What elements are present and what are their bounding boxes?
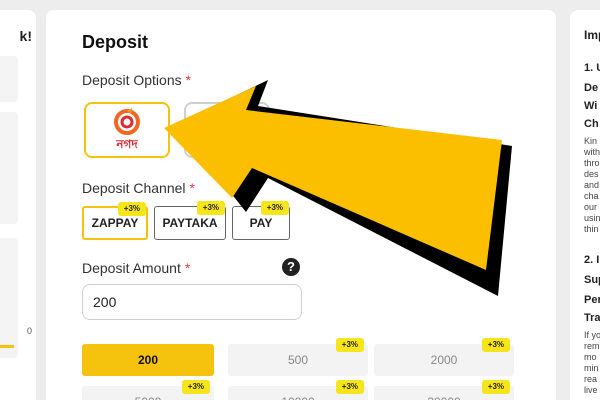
left-panel-card[interactable] [0, 56, 18, 102]
deposit-option-nagad[interactable]: নগদ [84, 102, 170, 158]
info-step1-text: thro [584, 158, 600, 168]
info-step2-line: Tra [584, 312, 600, 324]
left-panel-title: k! [19, 28, 32, 44]
info-step2-text: live [584, 385, 598, 395]
deposit-amount-input[interactable] [82, 284, 302, 320]
info-step1-text: usin [584, 213, 600, 223]
channel-label: ZAPPAY [91, 216, 139, 230]
required-mark: * [189, 180, 195, 196]
question-circle-icon[interactable]: ? [282, 258, 300, 276]
deposit-amount-label-text: Deposit Amount [82, 260, 181, 276]
bonus-badge: +3% [196, 201, 225, 215]
deposit-option-card[interactable] [184, 102, 270, 158]
bonus-badge: +3% [481, 380, 510, 394]
deposit-channel-label-text: Deposit Channel [82, 180, 186, 196]
bonus-badge: +3% [117, 202, 146, 216]
deposit-channel-label: Deposit Channel * [82, 180, 195, 196]
left-panel-amount: 0 [26, 326, 32, 336]
bonus-badge: +3% [335, 338, 364, 352]
bonus-badge: +3% [481, 338, 510, 352]
info-step2-text: min [584, 363, 599, 373]
amount-chip[interactable]: 200 [82, 344, 214, 376]
info-step1-heading: 1. U [584, 62, 600, 74]
info-step2-line: Sup [584, 274, 600, 286]
deposit-options-label-text: Deposit Options [82, 72, 182, 88]
info-step1-text: Kin [584, 136, 598, 146]
info-step2-text: If yo [584, 330, 600, 340]
amount-chip[interactable]: 2000 +3% [374, 338, 514, 376]
left-panel-progress-bar [0, 345, 14, 348]
amount-chip[interactable]: 10000 +3% [228, 380, 368, 400]
info-step1-text: des [584, 169, 599, 179]
channel-label: PAYTAKA [162, 216, 218, 230]
channel-paytaka-button[interactable]: PAYTAKA +3% [154, 201, 226, 240]
amount-chip-label: 200 [137, 353, 159, 367]
bonus-badge: +3% [335, 380, 364, 394]
channel-pay-button[interactable]: PAY +3% [232, 201, 290, 240]
amount-chip-label: 10000 [281, 395, 314, 400]
deposit-amount-label: Deposit Amount * [82, 260, 190, 276]
info-step2-heading: 2. I [584, 254, 600, 266]
deposit-panel: Deposit Deposit Options * নগদ Deposit Cha… [46, 10, 556, 400]
bonus-badge: +3% [260, 201, 289, 215]
channel-zappay-button[interactable]: ZAPPAY +3% [82, 202, 148, 240]
deposit-option-caption: নগদ [116, 137, 138, 151]
amount-chip-label: 500 [287, 353, 309, 367]
info-step1-text: thin [584, 224, 599, 234]
info-step1-text: with [584, 147, 600, 157]
info-step1-line: De [584, 82, 599, 94]
info-step1-text: and [584, 180, 600, 190]
deposit-options-label: Deposit Options * [82, 72, 191, 88]
amount-chip[interactable]: 30000 +3% [374, 380, 514, 400]
bonus-badge: +3% [181, 380, 210, 394]
info-step1-text: cha [584, 191, 599, 201]
info-step2-text: rem [584, 341, 600, 351]
required-mark: * [185, 72, 192, 88]
amount-chip[interactable]: 5000 +3% [82, 380, 214, 400]
amount-chip-label: 30000 [427, 395, 460, 400]
left-panel-card[interactable] [0, 112, 18, 224]
info-step1-line: Wi [584, 100, 598, 112]
left-panel-card[interactable] [0, 238, 18, 358]
info-title: Imp [584, 28, 600, 42]
right-info-panel: Imp 1. U De Wi Ch Kin with thro des and … [570, 10, 600, 400]
amount-chip-label: 5000 [135, 395, 162, 400]
channel-label: PAY [249, 216, 273, 230]
amount-chip[interactable]: 500 +3% [228, 338, 368, 376]
info-step2-text: mo [584, 352, 597, 362]
left-side-panel: k! 0 [0, 10, 36, 400]
info-step2-line: Per [584, 294, 600, 306]
info-step2-text: rea [584, 374, 598, 384]
nagad-logo-icon [114, 108, 140, 135]
required-mark: * [184, 260, 191, 276]
page-title: Deposit [82, 32, 149, 52]
info-step1-text: our [584, 202, 598, 212]
info-step1-line: Ch [584, 118, 599, 130]
amount-chip-label: 2000 [430, 353, 458, 367]
